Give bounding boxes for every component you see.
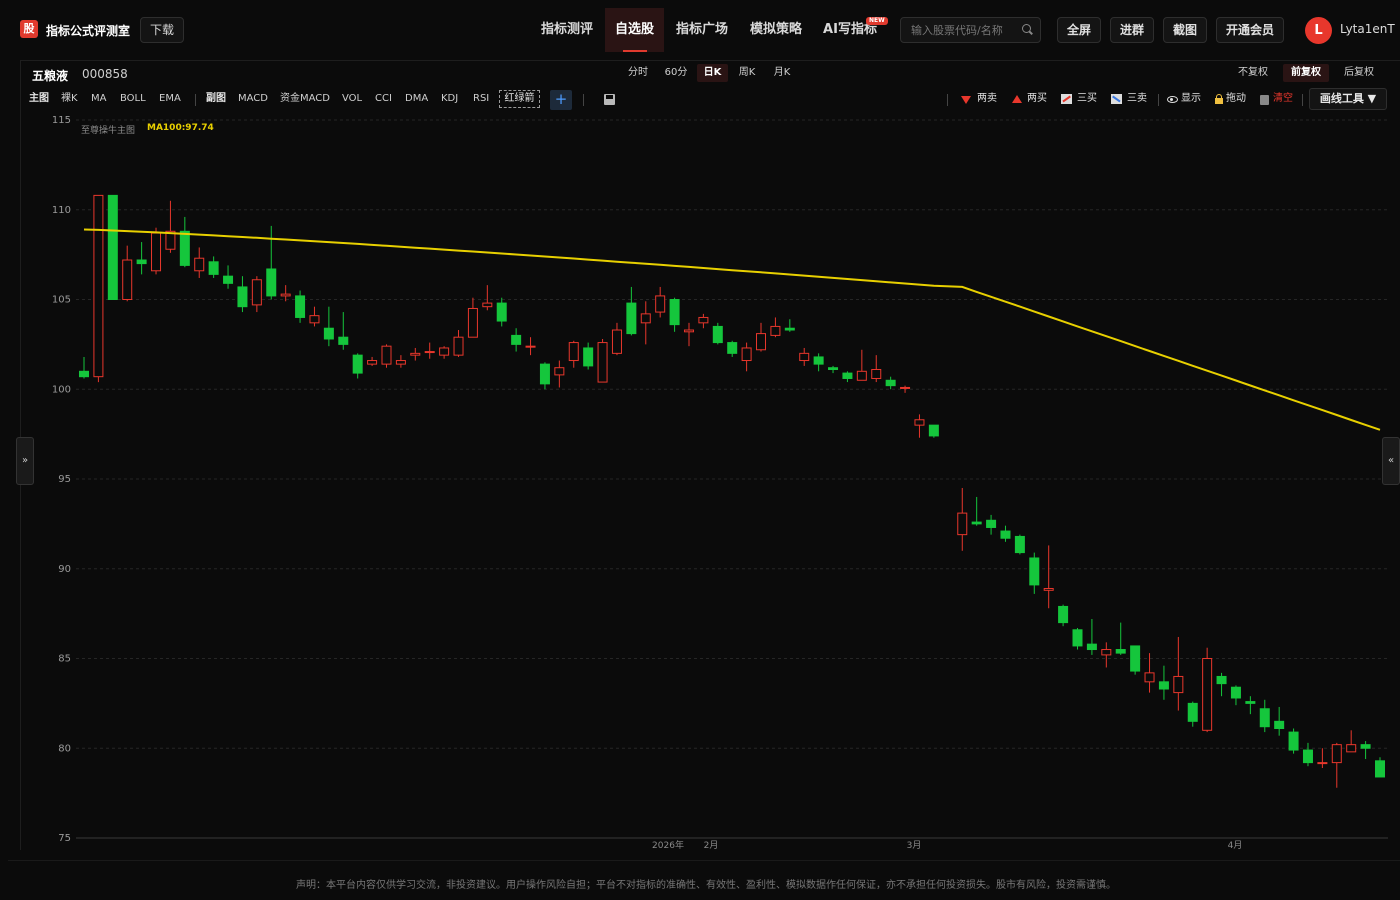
draw-tools-dropdown[interactable]: 画线工具 ▼ xyxy=(1309,88,1387,110)
two-buy-button[interactable]: 两买 xyxy=(1027,92,1047,106)
fullscreen-button[interactable]: 全屏 xyxy=(1057,17,1101,43)
brand-title: 指标公式评测室 xyxy=(46,24,131,38)
toolbar-divider xyxy=(1302,94,1303,106)
period-60min[interactable]: 60分 xyxy=(660,64,692,82)
username[interactable]: Lyta1enT xyxy=(1340,22,1395,36)
three-buy-button[interactable]: 三买 xyxy=(1077,92,1097,106)
main-chart-label: 主图 xyxy=(29,93,49,104)
main-indicator-legend: 至尊操牛主图 xyxy=(81,126,136,136)
three-buy-icon xyxy=(1061,94,1072,104)
toolbar-divider xyxy=(195,94,196,106)
three-sell-button[interactable]: 三卖 xyxy=(1127,92,1147,106)
period-weekly[interactable]: 周K xyxy=(733,64,761,82)
adj-none[interactable]: 不复权 xyxy=(1233,64,1273,82)
eye-icon xyxy=(1167,96,1178,103)
period-daily[interactable]: 日K xyxy=(697,64,728,82)
ind-rsi[interactable]: RSI xyxy=(473,92,489,106)
download-button[interactable]: 下载 xyxy=(140,17,184,43)
show-button[interactable]: 显示 xyxy=(1181,92,1201,106)
period-timeshare[interactable]: 分时 xyxy=(624,64,652,82)
left-panel-toggle[interactable]: » xyxy=(16,437,34,485)
nav-ai-indicator[interactable]: AI写指标 xyxy=(818,8,882,52)
chart-panel xyxy=(20,60,1400,850)
ind-raw-k[interactable]: 裸K xyxy=(61,92,78,106)
nav-watchlist[interactable]: 自选股 xyxy=(605,8,664,52)
stock-code: 000858 xyxy=(82,67,128,81)
buy-triangle-icon xyxy=(1012,95,1022,103)
ma100-legend: MA100:97.74 xyxy=(147,123,214,133)
add-indicator-button[interactable]: + xyxy=(550,90,572,110)
lock-icon xyxy=(1215,94,1223,104)
stock-name: 五粮液 xyxy=(32,69,69,83)
ind-vol[interactable]: VOL xyxy=(342,92,362,106)
right-panel-toggle[interactable]: « xyxy=(1382,437,1400,485)
vip-button[interactable]: 开通会员 xyxy=(1216,17,1284,43)
search-icon[interactable] xyxy=(1022,24,1031,33)
two-sell-button[interactable]: 两卖 xyxy=(977,92,997,106)
adj-backward[interactable]: 后复权 xyxy=(1339,64,1379,82)
save-icon[interactable] xyxy=(604,94,615,105)
ind-cci[interactable]: CCI xyxy=(375,92,392,106)
toolbar-divider xyxy=(947,94,948,106)
disclaimer: 声明：本平台内容仅供学习交流，非投资建议。用户操作风险自担；平台不对指标的准确性… xyxy=(0,876,1400,891)
nav-indicator-review[interactable]: 指标测评 xyxy=(536,8,598,52)
search-input[interactable] xyxy=(911,22,1021,38)
period-monthly[interactable]: 月K xyxy=(768,64,796,82)
ind-dma[interactable]: DMA xyxy=(405,92,428,106)
three-sell-icon xyxy=(1111,94,1122,104)
stock-search[interactable] xyxy=(900,17,1041,43)
screenshot-button[interactable]: 截图 xyxy=(1163,17,1207,43)
trash-icon xyxy=(1260,95,1269,105)
red-green-arrow-button[interactable]: 红绿箭 xyxy=(499,90,540,108)
toolbar-divider xyxy=(1158,94,1159,106)
nav-sim-strategy[interactable]: 模拟策略 xyxy=(745,8,807,52)
ind-macd[interactable]: MACD xyxy=(238,92,268,106)
avatar[interactable]: L xyxy=(1305,17,1332,44)
join-group-button[interactable]: 进群 xyxy=(1110,17,1154,43)
ind-boll[interactable]: BOLL xyxy=(120,92,146,106)
ind-ema[interactable]: EMA xyxy=(159,92,181,106)
logo-icon: 股 xyxy=(20,20,38,38)
toolbar-divider xyxy=(583,94,584,106)
sell-triangle-icon xyxy=(961,96,971,104)
ind-kdj[interactable]: KDJ xyxy=(441,92,458,106)
adj-forward[interactable]: 前复权 xyxy=(1283,64,1329,82)
nav-indicator-square[interactable]: 指标广场 xyxy=(671,8,733,52)
top-bar: 股 指标公式评测室 下载 指标测评 自选股 指标广场 模拟策略 AI写指标 NE… xyxy=(0,0,1400,58)
new-badge: NEW xyxy=(866,17,888,25)
ind-ma[interactable]: MA xyxy=(91,92,106,106)
drag-button[interactable]: 拖动 xyxy=(1226,92,1246,106)
ind-fund-macd[interactable]: 资金MACD xyxy=(280,92,330,106)
sub-chart-label: 副图 xyxy=(206,93,226,104)
footer-divider xyxy=(8,860,1400,861)
disclaimer-text: 声明：本平台内容仅供学习交流，非投资建议。用户操作风险自担；平台不对指标的准确性… xyxy=(296,880,1116,891)
clear-button[interactable]: 清空 xyxy=(1273,92,1293,106)
